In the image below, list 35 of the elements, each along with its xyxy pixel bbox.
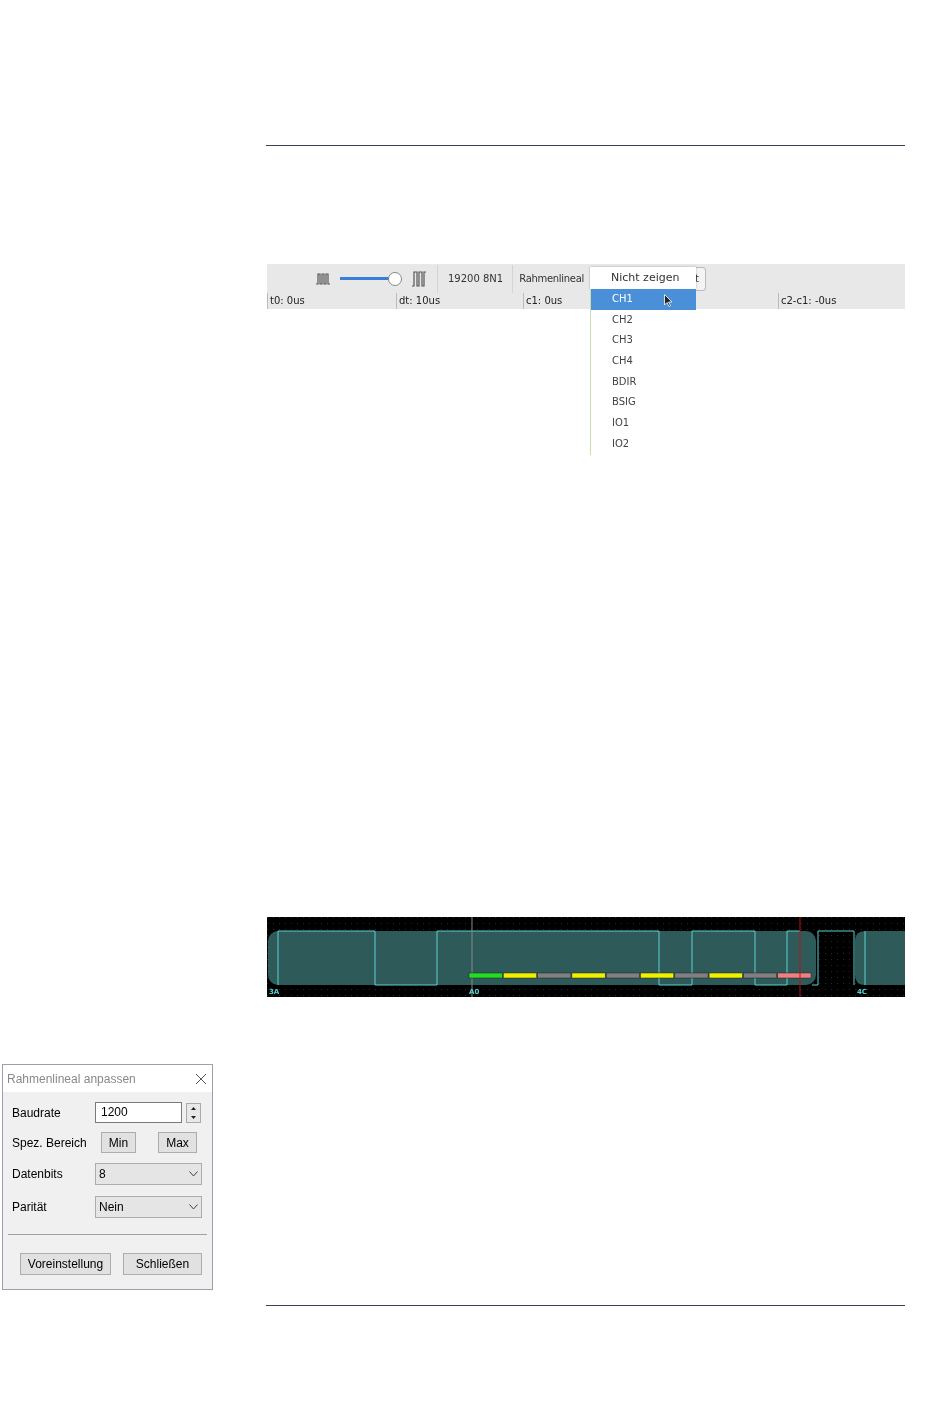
wide-pulse-icon[interactable]	[411, 270, 427, 287]
select-field[interactable]: Nein	[95, 1196, 202, 1218]
dropdown-value[interactable]: Nicht zeigen	[590, 267, 696, 289]
status-cell: c2-c1: -0us	[778, 293, 905, 309]
close-button[interactable]	[194, 1071, 208, 1086]
default-button[interactable]: Voreinstellung	[20, 1253, 111, 1275]
field-label: Baudrate	[12, 1104, 62, 1122]
select-field[interactable]: 8	[95, 1163, 202, 1185]
field-label: Datenbits	[12, 1166, 64, 1183]
menu-item[interactable]: CH2	[591, 309, 696, 331]
rate-slider[interactable]	[339, 271, 401, 286]
chevron-down-icon	[189, 1171, 198, 1177]
menu-item[interactable]: IO1	[591, 413, 696, 434]
max-button[interactable]: Max	[158, 1132, 197, 1153]
menu-item[interactable]: CH4	[591, 351, 696, 372]
window-title: Rahmenlineal anpassen	[7, 1070, 136, 1088]
menu-item[interactable]: BDIR	[591, 371, 696, 393]
close-icon	[195, 1072, 207, 1085]
spin-button[interactable]	[186, 1102, 201, 1123]
min-button[interactable]: Min	[101, 1132, 136, 1153]
select-value: Nein	[99, 1199, 124, 1216]
field-label: Parität	[12, 1199, 48, 1216]
select-value: 8	[99, 1166, 106, 1183]
cursor-icon	[664, 294, 673, 307]
menu-item[interactable]: CH3	[591, 330, 696, 352]
ruler-label: Rahmenlineal	[519, 272, 584, 286]
status-cell: dt: 10us	[396, 293, 523, 309]
field-label: Spez. Bereich	[12, 1134, 88, 1152]
input-field[interactable]: 1200	[95, 1102, 182, 1123]
chevron-down-icon	[189, 1204, 198, 1210]
menu-item[interactable]: BSIG	[591, 392, 696, 414]
serial-format-label: 19200 8N1	[448, 272, 504, 286]
menu-item[interactable]: IO2	[591, 433, 696, 455]
status-cell: t0: 0us	[267, 293, 396, 309]
close-dialog-button[interactable]: Schließen	[123, 1253, 202, 1275]
